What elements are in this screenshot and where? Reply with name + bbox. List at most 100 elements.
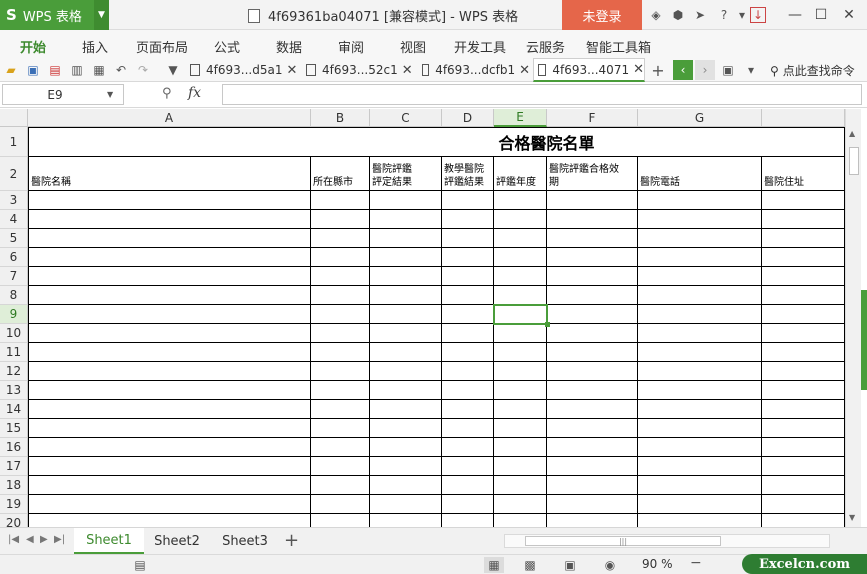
table-cell[interactable] — [311, 495, 370, 514]
table-cell[interactable] — [494, 324, 547, 343]
login-button[interactable]: 未登录 — [562, 0, 642, 30]
table-cell[interactable] — [442, 476, 494, 495]
new-tab-icon[interactable]: + — [650, 61, 666, 80]
column-header-c[interactable]: C — [370, 109, 442, 127]
header-cell[interactable]: 醫院住址 — [762, 157, 845, 191]
table-cell[interactable] — [311, 476, 370, 495]
table-cell[interactable] — [370, 191, 442, 210]
table-cell[interactable] — [547, 400, 638, 419]
table-cell[interactable] — [494, 343, 547, 362]
sheet-tab-sheet1[interactable]: Sheet1 — [74, 528, 144, 554]
table-cell[interactable] — [370, 286, 442, 305]
table-cell[interactable] — [762, 324, 845, 343]
maximize-icon[interactable]: ☐ — [810, 4, 832, 26]
table-cell[interactable] — [28, 419, 311, 438]
table-cell[interactable] — [547, 476, 638, 495]
formula-input[interactable] — [222, 84, 862, 105]
table-cell[interactable] — [494, 286, 547, 305]
tab-insert[interactable]: 插入 — [82, 37, 108, 56]
table-cell[interactable] — [28, 210, 311, 229]
header-cell[interactable]: 評鑑年度 — [494, 157, 547, 191]
spreadsheet-grid[interactable]: A B C D E F G 1 2 3 4 5 6 7 8 9 10 11 12 13 14 15 16 17 18 19 20 合格… — [0, 109, 845, 527]
table-cell[interactable] — [442, 286, 494, 305]
first-sheet-icon[interactable]: |◀ — [8, 534, 19, 545]
row-header-8[interactable]: 8 — [0, 286, 28, 305]
tab-menu-icon[interactable]: ▾ — [743, 62, 759, 78]
skin-icon[interactable]: ◈ — [648, 7, 664, 23]
table-cell[interactable] — [638, 324, 762, 343]
header-cell[interactable]: 醫院評鑑 評定結果 — [370, 157, 442, 191]
table-cell[interactable] — [762, 191, 845, 210]
table-cell[interactable] — [442, 457, 494, 476]
table-cell[interactable] — [494, 476, 547, 495]
table-cell[interactable] — [370, 419, 442, 438]
row-header-17[interactable]: 17 — [0, 457, 28, 476]
row-header-9[interactable]: 9 — [0, 305, 28, 324]
table-cell[interactable] — [638, 514, 762, 527]
table-cell[interactable] — [547, 343, 638, 362]
tab-data[interactable]: 数据 — [276, 37, 302, 56]
table-cell[interactable] — [311, 343, 370, 362]
table-cell[interactable] — [762, 438, 845, 457]
table-cell[interactable] — [28, 267, 311, 286]
table-cell[interactable] — [494, 419, 547, 438]
table-cell[interactable] — [442, 191, 494, 210]
table-cell[interactable] — [28, 495, 311, 514]
fill-handle[interactable] — [545, 322, 550, 327]
row-header-7[interactable]: 7 — [0, 267, 28, 286]
table-cell[interactable] — [28, 476, 311, 495]
table-cell[interactable] — [547, 514, 638, 527]
tab-home[interactable]: 开始 — [20, 37, 46, 56]
horizontal-scrollbar[interactable]: ||| — [504, 534, 830, 548]
app-menu-dropdown-icon[interactable]: ▼ — [94, 0, 109, 30]
column-header-a[interactable]: A — [28, 109, 311, 127]
table-cell[interactable] — [762, 495, 845, 514]
table-cell[interactable] — [547, 191, 638, 210]
table-cell[interactable] — [442, 267, 494, 286]
table-cell[interactable] — [494, 457, 547, 476]
table-cell[interactable] — [311, 248, 370, 267]
table-cell[interactable] — [638, 286, 762, 305]
table-cell[interactable] — [547, 419, 638, 438]
close-icon[interactable]: ✕ — [838, 4, 860, 26]
table-cell[interactable] — [638, 191, 762, 210]
scroll-down-icon[interactable]: ▼ — [849, 513, 855, 522]
table-cell[interactable] — [547, 267, 638, 286]
window-list-icon[interactable]: ▣ — [720, 62, 736, 78]
close-tab-icon[interactable]: ✕ — [402, 63, 413, 78]
table-cell[interactable] — [638, 267, 762, 286]
page-layout-view-icon[interactable]: ▣ — [560, 557, 580, 573]
table-cell[interactable] — [370, 210, 442, 229]
row-header-19[interactable]: 19 — [0, 495, 28, 514]
table-cell[interactable] — [442, 362, 494, 381]
table-cell[interactable] — [547, 324, 638, 343]
row-header-14[interactable]: 14 — [0, 400, 28, 419]
table-cell[interactable] — [638, 362, 762, 381]
table-cell[interactable] — [370, 248, 442, 267]
table-cell[interactable] — [638, 305, 762, 324]
table-cell[interactable] — [28, 286, 311, 305]
command-search[interactable]: ⚲ 点此查找命令 — [770, 62, 855, 79]
row-header-1[interactable]: 1 — [0, 127, 28, 157]
side-panel-handle[interactable] — [861, 290, 867, 390]
row-header-4[interactable]: 4 — [0, 210, 28, 229]
table-cell[interactable] — [762, 229, 845, 248]
save-icon[interactable]: ▣ — [25, 62, 41, 78]
table-cell[interactable] — [638, 229, 762, 248]
minimize-icon[interactable]: — — [784, 4, 806, 26]
table-cell[interactable] — [370, 229, 442, 248]
table-cell[interactable] — [311, 400, 370, 419]
settings-hex-icon[interactable]: ⬢ — [670, 7, 686, 23]
row-header-18[interactable]: 18 — [0, 476, 28, 495]
table-cell[interactable] — [547, 381, 638, 400]
table-cell[interactable] — [494, 362, 547, 381]
table-cell[interactable] — [762, 343, 845, 362]
help-icon[interactable]: ? — [716, 7, 732, 23]
table-cell[interactable] — [762, 362, 845, 381]
table-cell[interactable] — [547, 305, 638, 324]
close-tab-icon[interactable]: ✕ — [286, 63, 297, 78]
scroll-up-icon[interactable]: ▲ — [849, 129, 855, 138]
table-cell[interactable] — [28, 362, 311, 381]
table-cell[interactable] — [547, 362, 638, 381]
column-header-b[interactable]: B — [311, 109, 370, 127]
